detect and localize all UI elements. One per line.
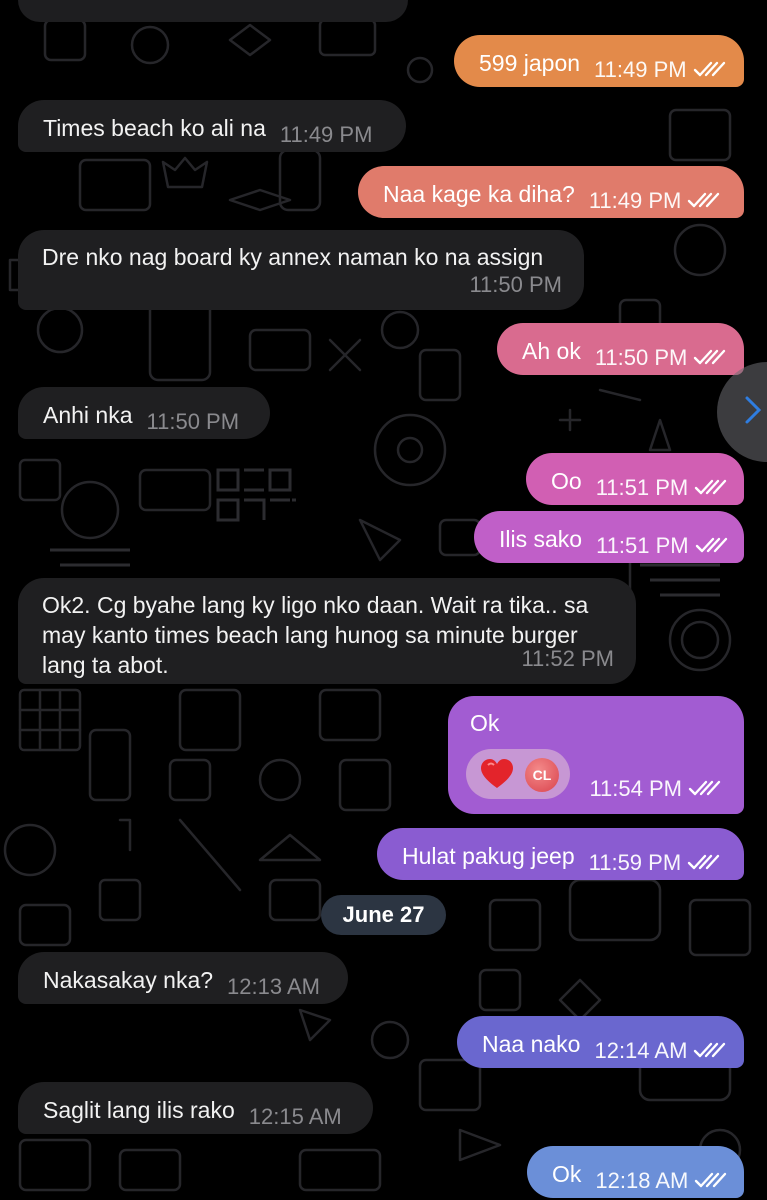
message-meta: 12:18 AM	[595, 1165, 728, 1196]
message-meta: 11:52 PM	[521, 643, 614, 674]
message-outgoing[interactable]: Oo 11:51 PM	[526, 453, 744, 505]
message-time: 11:50 PM	[594, 345, 688, 370]
message-incoming[interactable]: Saglit lang ilis rako 12:15 AM	[18, 1082, 373, 1134]
message-meta: 11:50 PM	[469, 269, 562, 300]
reactions-pill[interactable]: CL	[466, 749, 570, 799]
message-time: 11:54 PM	[589, 776, 682, 801]
message-outgoing[interactable]: Hulat pakug jeep 11:59 PM	[377, 828, 744, 880]
message-meta: 11:49 PM	[280, 119, 373, 150]
message-time: 11:50 PM	[469, 272, 562, 297]
message-meta: 12:14 AM	[594, 1035, 727, 1066]
message-incoming[interactable]: Times beach ko ali na 11:49 PM	[18, 100, 406, 152]
message-meta: 12:15 AM	[249, 1101, 342, 1132]
double-check-icon	[693, 348, 727, 366]
message-incoming[interactable]: Dre nko nag board ky annex naman ko na a…	[18, 230, 584, 310]
message-meta: 11:49 PM	[594, 54, 727, 85]
message-meta: 11:49 PM	[589, 185, 722, 216]
double-check-icon	[695, 536, 729, 554]
message-time: 11:52 PM	[521, 646, 614, 671]
message-meta: 11:51 PM	[596, 472, 729, 503]
double-check-icon	[694, 478, 728, 496]
message-outgoing[interactable]: Ok 12:18 AM	[527, 1146, 744, 1198]
message-text: Naa nako	[482, 1031, 581, 1057]
message-time: 11:49 PM	[594, 57, 687, 82]
message-outgoing[interactable]: Naa nako 12:14 AM	[457, 1016, 744, 1068]
message-text: Ok2. Cg byahe lang ky ligo nko daan. Wai…	[42, 592, 589, 678]
message-meta: 11:51 PM	[596, 530, 729, 561]
message-outgoing[interactable]: Ilis sako 11:51 PM	[474, 511, 744, 563]
message-text: Hulat pakug jeep	[402, 843, 575, 869]
message-text: Naa kage ka diha?	[383, 181, 575, 207]
message-time: 11:49 PM	[588, 188, 682, 213]
message-outgoing-with-reactions[interactable]: Ok CL 11:54 PM	[448, 696, 744, 814]
message-meta: 11:50 PM	[147, 406, 240, 437]
message-text: 599 japon	[479, 50, 581, 76]
double-check-icon	[693, 60, 727, 78]
message-outgoing[interactable]: 599 japon 11:49 PM	[454, 35, 744, 87]
double-check-icon	[693, 1041, 727, 1059]
message-time: 11:59 PM	[588, 850, 682, 875]
message-incoming[interactable]: Anhi nka 11:50 PM	[18, 387, 270, 439]
reactor-avatar: CL	[525, 758, 559, 792]
message-time: 12:13 AM	[227, 974, 320, 999]
date-separator: June 27	[321, 895, 446, 935]
message-meta: 11:50 PM	[595, 342, 728, 373]
message-time: 12:14 AM	[594, 1038, 688, 1063]
message-text: Dre nko nag board ky annex naman ko na a…	[42, 244, 544, 270]
message-text: Ok	[470, 710, 500, 736]
message-text: Times beach ko ali na	[43, 115, 266, 141]
double-check-icon	[688, 779, 722, 797]
previous-message-fragment	[18, 0, 408, 22]
message-text: Saglit lang ilis rako	[43, 1097, 235, 1123]
message-time: 11:51 PM	[595, 475, 689, 500]
message-time: 11:51 PM	[596, 533, 689, 558]
double-check-icon	[694, 1171, 728, 1189]
message-time: 11:49 PM	[279, 122, 373, 147]
message-outgoing[interactable]: Ah ok 11:50 PM	[497, 323, 744, 375]
message-text: Anhi nka	[43, 402, 133, 428]
heart-reaction-icon	[481, 759, 513, 788]
message-time: 12:15 AM	[248, 1104, 342, 1129]
message-text: Nakasakay nka?	[43, 967, 214, 993]
message-incoming[interactable]: Nakasakay nka? 12:13 AM	[18, 952, 348, 1004]
message-text: Ok	[552, 1161, 582, 1187]
double-check-icon	[687, 853, 721, 871]
edge-tool-icon	[745, 396, 762, 424]
message-time: 12:18 AM	[595, 1168, 689, 1193]
message-time: 11:50 PM	[146, 409, 240, 434]
message-text: Ah ok	[522, 338, 581, 364]
message-outgoing[interactable]: Naa kage ka diha? 11:49 PM	[358, 166, 744, 218]
message-incoming[interactable]: Ok2. Cg byahe lang ky ligo nko daan. Wai…	[18, 578, 636, 684]
message-meta: 12:13 AM	[227, 971, 320, 1002]
message-text: Oo	[551, 468, 582, 494]
message-meta: 11:54 PM	[589, 773, 722, 804]
message-text: Ilis sako	[499, 526, 583, 552]
double-check-icon	[687, 191, 721, 209]
message-meta: 11:59 PM	[589, 847, 722, 878]
